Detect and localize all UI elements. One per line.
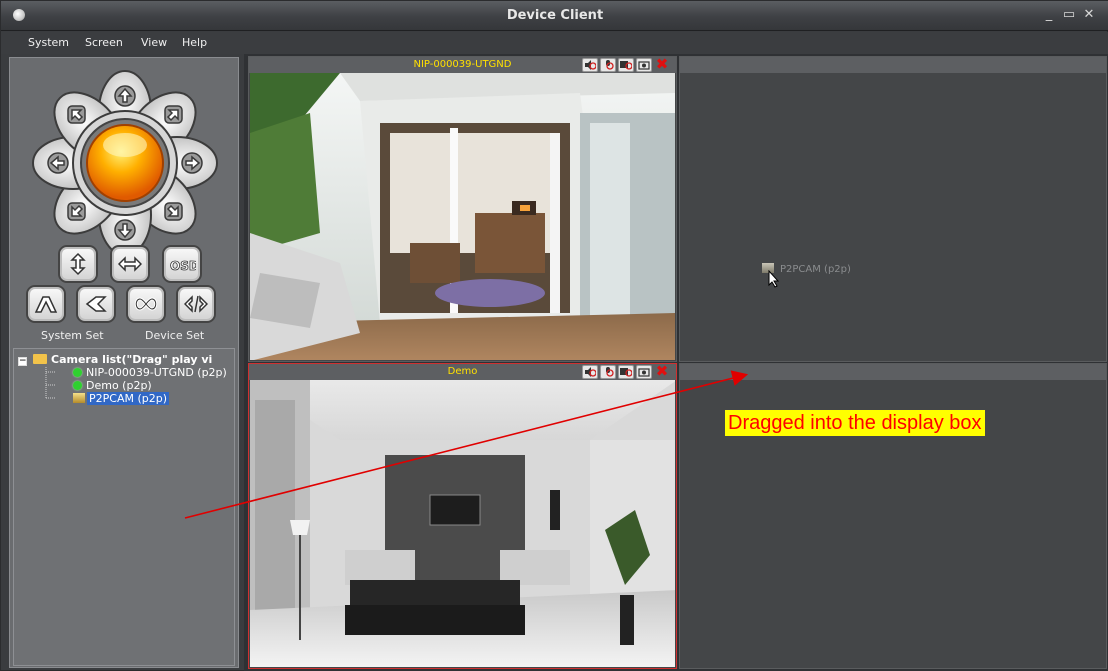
chevron-left-icon [85, 296, 107, 312]
record-icon [620, 61, 632, 70]
left-right-cruise-button[interactable] [76, 285, 116, 323]
ptz-up-right-button[interactable] [164, 105, 183, 124]
video-feed-patio [250, 73, 675, 360]
vertical-arrows-icon [70, 252, 86, 276]
camera-tree: − Camera list("Drag" play vi NIP-000039-U… [13, 348, 235, 666]
cell-header: NIP-000039-UTGND ✖ [249, 57, 676, 73]
menu-view[interactable]: View [141, 36, 167, 49]
app-window: Device Client _ ▭ ✕ System Screen View H… [0, 0, 1108, 671]
ptz-control [32, 70, 218, 256]
osd-button[interactable]: OSD [162, 245, 202, 283]
cell-header [680, 57, 1106, 73]
tree-item[interactable]: Demo (p2p) [73, 379, 152, 393]
close-video-button[interactable]: ✖ [654, 364, 670, 379]
folder-icon [33, 354, 47, 364]
collapse-icon[interactable]: − [18, 357, 27, 366]
stop-cruise-button[interactable] [176, 285, 216, 323]
audio-button[interactable] [582, 365, 598, 379]
record-button[interactable] [618, 58, 634, 72]
camera-icon [638, 368, 650, 377]
tree-root[interactable]: − Camera list("Drag" play vi [18, 353, 212, 367]
video-cell-4[interactable] [679, 363, 1107, 669]
cell-toolbar: ✖ [582, 364, 670, 379]
code-brackets-icon [184, 295, 208, 313]
tree-item-label: NIP-000039-UTGND (p2p) [86, 366, 227, 379]
menu-bar: System Screen View Help [1, 32, 1108, 54]
snapshot-button[interactable] [636, 365, 652, 379]
video-grid: NIP-000039-UTGND ✖ Demo ✖ [244, 54, 1108, 671]
living-room-scene-image [250, 380, 675, 667]
cell-toolbar: ✖ [582, 57, 670, 72]
title-bar[interactable]: Device Client _ ▭ ✕ [1, 1, 1108, 31]
menu-screen[interactable]: Screen [85, 36, 123, 49]
menu-system[interactable]: System [28, 36, 69, 49]
record-button[interactable] [618, 365, 634, 379]
drag-ghost: P2PCAM (p2p) [762, 263, 851, 288]
tree-item[interactable]: NIP-000039-UTGND (p2p) [73, 366, 227, 380]
drag-ghost-label: P2PCAM (p2p) [780, 264, 851, 275]
system-set-link[interactable]: System Set [41, 329, 104, 342]
tree-item-label: Demo (p2p) [86, 379, 152, 392]
ptz-down-button[interactable] [114, 219, 136, 241]
record-icon [620, 368, 632, 377]
camera-icon [638, 61, 650, 70]
speaker-icon [585, 60, 596, 70]
microphone-icon [606, 367, 614, 377]
online-status-icon [73, 381, 82, 390]
tree-item-selected[interactable]: P2PCAM (p2p) [73, 392, 170, 406]
audio-button[interactable] [582, 58, 598, 72]
up-down-cruise-button[interactable] [26, 285, 66, 323]
ptz-down-left-button[interactable] [67, 202, 86, 221]
annotation-callout: Dragged into the display box [725, 410, 985, 436]
online-status-icon [73, 368, 82, 377]
patio-scene-image [250, 73, 675, 360]
menu-help[interactable]: Help [182, 36, 207, 49]
horizontal-arrows-icon [118, 256, 142, 272]
tree-item-label: P2PCAM (p2p) [87, 392, 170, 405]
peak-icon [34, 296, 58, 313]
microphone-icon [606, 60, 614, 70]
video-feed-living-room [250, 380, 675, 667]
mouse-cursor-icon [768, 270, 780, 288]
talk-button[interactable] [600, 365, 616, 379]
device-set-link[interactable]: Device Set [145, 329, 204, 342]
cell-header: Demo ✖ [249, 364, 676, 380]
window-title: Device Client [506, 8, 604, 23]
minimize-button[interactable]: _ [1039, 5, 1059, 25]
svg-text:OSD: OSD [170, 259, 196, 273]
video-cell-2[interactable] [679, 56, 1107, 362]
flip-horizontal-button[interactable] [110, 245, 150, 283]
camera-icon [73, 393, 85, 403]
close-video-button[interactable]: ✖ [654, 57, 670, 72]
osd-icon: OSD [170, 259, 196, 274]
ptz-right-button[interactable] [181, 152, 203, 174]
control-panel: OSD System Set Device Set − Camera list("… [9, 57, 239, 668]
speaker-icon [585, 367, 596, 377]
cell-header [680, 364, 1106, 380]
video-cell-1[interactable]: NIP-000039-UTGND ✖ [248, 56, 677, 362]
infinity-icon [134, 297, 158, 311]
snapshot-button[interactable] [636, 58, 652, 72]
ptz-up-left-button[interactable] [67, 105, 86, 124]
flip-vertical-button[interactable] [58, 245, 98, 283]
video-cell-3[interactable]: Demo ✖ [248, 363, 677, 669]
maximize-button[interactable]: ▭ [1059, 5, 1079, 25]
ptz-down-right-button[interactable] [164, 202, 183, 221]
infinite-cruise-button[interactable] [126, 285, 166, 323]
ptz-up-button[interactable] [114, 85, 136, 107]
ptz-left-button[interactable] [47, 152, 69, 174]
tree-root-label: Camera list("Drag" play vi [51, 353, 213, 366]
talk-button[interactable] [600, 58, 616, 72]
close-button[interactable]: ✕ [1079, 5, 1099, 25]
